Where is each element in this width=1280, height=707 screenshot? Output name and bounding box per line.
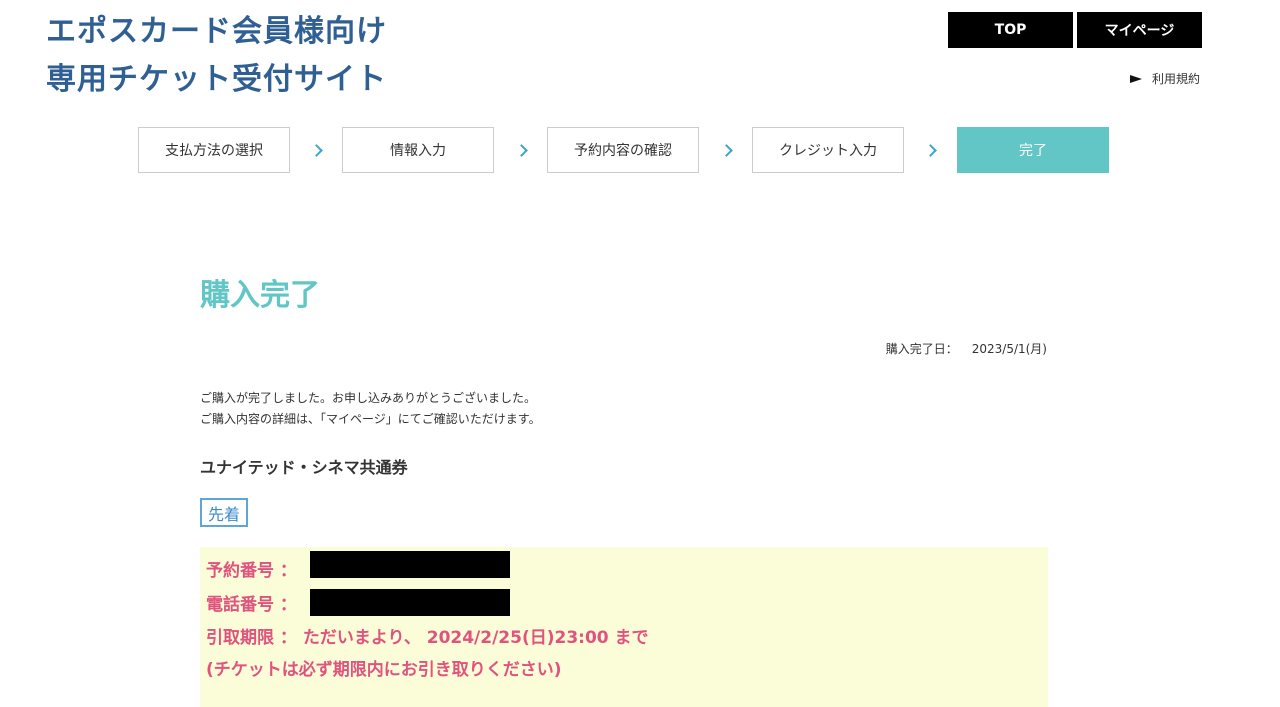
redacted-phone-number [310,589,510,616]
redacted-reservation-number [310,551,510,578]
site-title[interactable]: エポスカード会員様向け 専用チケット受付サイト [46,8,387,104]
product-name: ユナイテッド・シネマ共通券 [200,458,408,477]
reservation-info-box: 予約番号 ： 電話番号 ： 引取期限 ： ただいまより、 2024/2/25(日… [200,547,1048,707]
page-title: 購入完了 [200,278,320,313]
phone-number-label: 電話番号 ： [206,595,297,615]
site-title-line2: 専用チケット受付サイト [46,62,387,97]
step-credit-input: クレジット入力 [752,127,904,173]
purchase-date-label: 購入完了日： [885,342,958,356]
purchase-date-value: 2023/5/1(月) [971,342,1047,356]
completion-message: ご購入が完了しました。お申し込みありがとうございました。 ご購入内容の詳細は、「… [200,388,541,430]
terms-link[interactable]: 利用規約 [1130,70,1200,87]
site-title-line1: エポスカード会員様向け [46,14,387,49]
step-info-input: 情報入力 [342,127,494,173]
chevron-right-icon [310,144,323,157]
message-line2: ご購入内容の詳細は、「マイページ」にてご確認いただけます。 [200,412,541,426]
mypage-button[interactable]: マイページ [1077,12,1202,48]
first-come-badge: 先着 [200,498,248,527]
message-line1: ご購入が完了しました。お申し込みありがとうございました。 [200,391,537,405]
step-payment-method: 支払方法の選択 [138,127,290,173]
chevron-right-icon [924,144,937,157]
chevron-right-icon [720,144,733,157]
pickup-deadline: 引取期限 ： ただいまより、 2024/2/25(日)23:00 まで [206,628,649,648]
triangle-right-icon [1130,74,1142,83]
chevron-right-icon [515,144,528,157]
reservation-number-label: 予約番号 ： [206,561,297,581]
top-button[interactable]: TOP [948,12,1073,48]
terms-link-label: 利用規約 [1152,72,1201,86]
step-confirm: 予約内容の確認 [547,127,699,173]
step-complete: 完了 [957,127,1109,173]
pickup-note: (チケットは必ず期限内にお引き取りください) [206,660,562,680]
purchase-date: 購入完了日： 2023/5/1(月) [700,340,1047,357]
